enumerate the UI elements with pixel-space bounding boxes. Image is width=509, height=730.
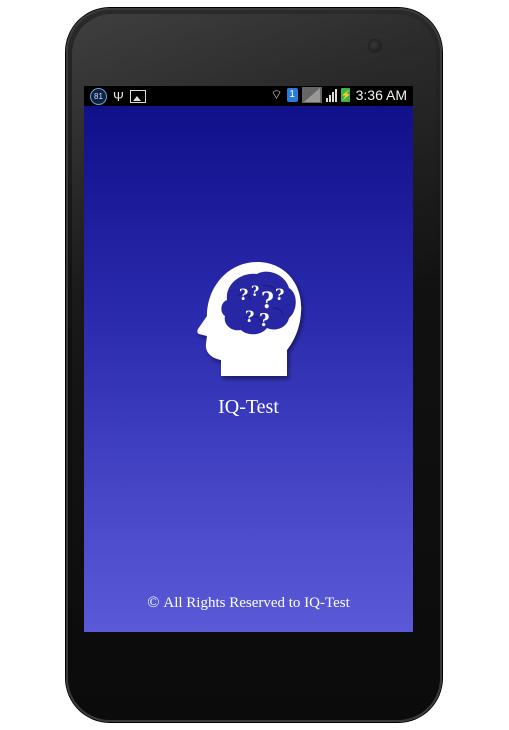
status-bar-right: ⌔ 1 3:36 AM — [270, 87, 407, 103]
status-bar-left: 81 Ψ — [90, 88, 146, 105]
svg-text:?: ? — [275, 285, 284, 304]
svg-text:?: ? — [251, 284, 259, 300]
copyright-text: All Rights Reserved to IQ-Test — [163, 595, 350, 611]
front-camera-icon — [369, 40, 381, 52]
wifi-icon: ⌔ — [270, 87, 283, 102]
battery-charging-icon — [340, 88, 350, 102]
notification-count-badge: 81 — [90, 88, 107, 105]
signal-strength-icon — [325, 88, 337, 102]
svg-text:?: ? — [245, 307, 254, 326]
device-screen: 81 Ψ ⌔ 1 3:36 AM — [84, 86, 413, 632]
copyright-footer: © All Rights Reserved to IQ-Test — [84, 594, 413, 612]
svg-text:?: ? — [259, 310, 270, 331]
head-with-question-marks-icon: ? ? ? ? ? ? — [189, 256, 309, 390]
picture-icon — [129, 90, 146, 103]
status-time: 3:36 AM — [355, 87, 407, 103]
sim-slot-icon: 1 — [286, 88, 298, 102]
no-signal-icon — [301, 87, 322, 103]
copyright-icon: © — [147, 594, 160, 611]
splash-screen: ? ? ? ? ? ? IQ-Test © All Rights Reserved… — [84, 106, 413, 632]
app-title: IQ-Test — [218, 396, 279, 418]
usb-icon: Ψ — [113, 88, 124, 104]
svg-text:?: ? — [239, 285, 248, 304]
status-bar: 81 Ψ ⌔ 1 3:36 AM — [84, 86, 413, 106]
